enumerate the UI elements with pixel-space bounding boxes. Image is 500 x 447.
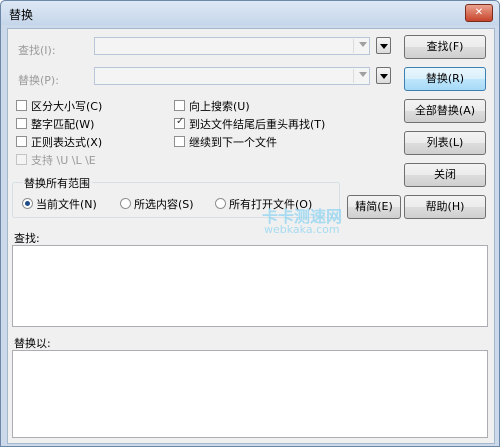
find-textarea[interactable] bbox=[12, 245, 488, 327]
regex-label[interactable]: 正则表达式(X) bbox=[31, 134, 102, 150]
close-button[interactable]: 关闭 bbox=[404, 163, 486, 187]
regex-checkbox[interactable] bbox=[16, 136, 27, 147]
search-up-checkbox[interactable] bbox=[174, 100, 185, 111]
list-button[interactable]: 列表(L) bbox=[404, 131, 486, 155]
help-button[interactable]: 帮助(H) bbox=[404, 195, 486, 219]
scope-option-current-file[interactable]: 当前文件(N) bbox=[36, 196, 97, 212]
match-case-label[interactable]: 区分大小写(C) bbox=[31, 98, 102, 114]
chevron-down-icon[interactable] bbox=[359, 42, 367, 47]
scope-option-selection[interactable]: 所选内容(S) bbox=[134, 196, 194, 212]
continue-next-checkbox[interactable] bbox=[174, 136, 185, 147]
replace-history-button[interactable] bbox=[376, 67, 391, 84]
replace-pane-label: 替换以: bbox=[14, 337, 51, 350]
chevron-down-icon[interactable] bbox=[359, 72, 367, 77]
whole-word-checkbox[interactable] bbox=[16, 118, 27, 129]
scope-radio-current-file[interactable] bbox=[22, 198, 33, 209]
title-bar[interactable]: 替换 ✕ bbox=[1, 1, 499, 25]
combo-separator bbox=[353, 39, 354, 53]
checkmark-icon: ✓ bbox=[176, 116, 185, 127]
find-history-button[interactable] bbox=[376, 37, 391, 54]
replace-button[interactable]: 替换(R) bbox=[404, 67, 486, 91]
replace-dialog: 替换 ✕ 查找(I): 替换(P): 查找(F) 替换(R) 全部替换(A) 列… bbox=[0, 0, 500, 447]
simplify-button[interactable]: 精简(E) bbox=[347, 195, 401, 219]
chevron-down-icon bbox=[380, 44, 388, 49]
support-escapes-label[interactable]: 支持 \U \L \E bbox=[31, 152, 96, 168]
scope-radio-all-open[interactable] bbox=[215, 198, 226, 209]
window-title: 替换 bbox=[9, 8, 34, 22]
whole-word-label[interactable]: 整字匹配(W) bbox=[31, 116, 94, 132]
replace-all-button[interactable]: 全部替换(A) bbox=[404, 99, 486, 123]
replace-textarea[interactable] bbox=[12, 350, 488, 438]
scope-radio-selection[interactable] bbox=[120, 198, 131, 209]
match-case-checkbox[interactable] bbox=[16, 100, 27, 111]
wrap-around-checkbox[interactable]: ✓ bbox=[174, 116, 185, 129]
radio-selected-dot bbox=[25, 201, 30, 206]
search-up-label[interactable]: 向上搜索(U) bbox=[189, 98, 250, 114]
wrap-around-label[interactable]: 到达文件结尾后重头再找(T) bbox=[189, 116, 325, 132]
find-pane-label: 查找: bbox=[14, 232, 40, 245]
find-combobox[interactable] bbox=[94, 37, 370, 55]
chevron-down-icon bbox=[380, 74, 388, 79]
support-escapes-checkbox[interactable] bbox=[16, 154, 27, 165]
find-label: 查找(I): bbox=[18, 44, 56, 57]
continue-next-label[interactable]: 继续到下一个文件 bbox=[189, 134, 277, 150]
combo-separator bbox=[353, 69, 354, 83]
dialog-body: 查找(I): 替换(P): 查找(F) 替换(R) 全部替换(A) 列表(L) … bbox=[7, 28, 495, 444]
close-icon: ✕ bbox=[474, 7, 484, 18]
close-window-button[interactable]: ✕ bbox=[465, 4, 493, 22]
replace-combobox[interactable] bbox=[94, 67, 370, 85]
find-button[interactable]: 查找(F) bbox=[404, 35, 486, 59]
replace-label: 替换(P): bbox=[18, 74, 59, 87]
scope-group-title: 替换所有范围 bbox=[22, 175, 92, 191]
watermark-url: webkaka.com bbox=[264, 223, 340, 236]
